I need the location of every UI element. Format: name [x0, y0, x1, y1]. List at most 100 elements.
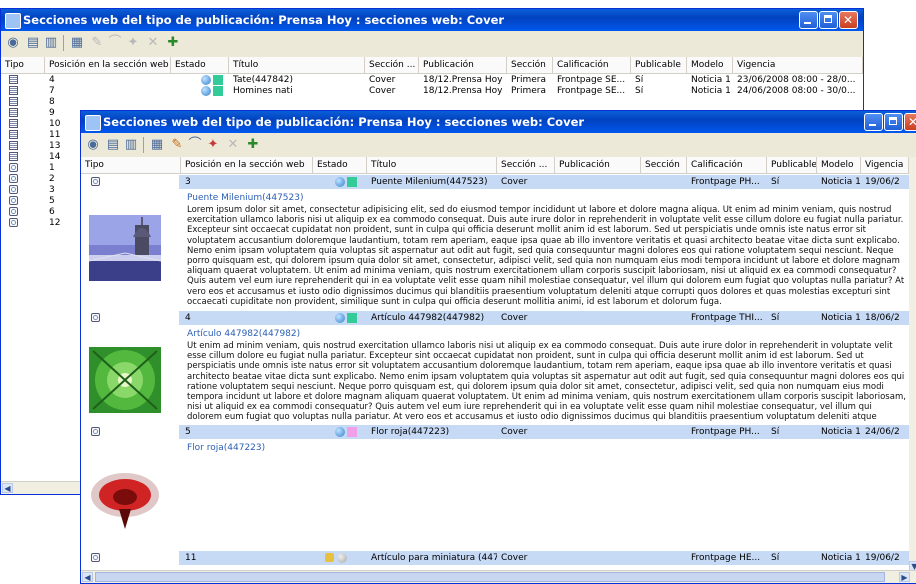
add-icon[interactable]: ✚: [165, 35, 181, 51]
col-seccion[interactable]: Sección: [641, 157, 687, 173]
minimize-button[interactable]: [799, 11, 818, 29]
list-icon[interactable]: ▤: [105, 137, 121, 153]
col-seccion-web[interactable]: Sección ...: [365, 57, 419, 73]
scroll-left-icon[interactable]: ◀: [82, 572, 93, 582]
link-icon[interactable]: ⌒: [107, 35, 123, 51]
publish-icon[interactable]: ✦: [205, 137, 221, 153]
col-modelo[interactable]: Modelo: [817, 157, 861, 173]
col-vigencia[interactable]: Vigencia: [861, 157, 909, 173]
validity-cell: 18/06/2: [865, 313, 900, 323]
lock-icon: [325, 553, 334, 562]
item-headline[interactable]: Puente Milenium(447523): [187, 193, 304, 203]
col-estado[interactable]: Estado: [171, 57, 229, 73]
close-button[interactable]: [839, 11, 858, 29]
maximize-button[interactable]: [884, 113, 903, 131]
scroll-left-icon[interactable]: ◀: [2, 483, 13, 493]
col-publicable[interactable]: Publicable: [767, 157, 817, 173]
col-seccion-web[interactable]: Sección ...: [497, 157, 555, 173]
status-cell: [331, 175, 367, 189]
table-row[interactable]: 8: [1, 97, 863, 108]
item-row[interactable]: 3 Puente Milenium(447523) Cover Frontpag…: [81, 175, 909, 189]
news-type-icon: [9, 130, 18, 139]
view-icon[interactable]: ◉: [85, 137, 101, 153]
article-type-icon: [9, 218, 18, 227]
status-swatch: [347, 426, 357, 437]
article-type-icon: [91, 177, 100, 186]
article-type-icon: [9, 196, 18, 205]
toolbar-separator: [143, 137, 144, 153]
status-cell: [331, 311, 367, 325]
status-swatch: [347, 176, 357, 187]
modelo-cell: Noticia 1: [691, 75, 731, 85]
item-headline[interactable]: Flor roja(447223): [187, 443, 265, 453]
app-icon: [5, 13, 21, 29]
item-row[interactable]: 4 Artículo 447982(447982) Cover Frontpag…: [81, 311, 909, 325]
front-vertical-scrollbar[interactable]: ▼: [909, 157, 916, 571]
col-calificacion[interactable]: Calificación: [553, 57, 631, 73]
type-cell: [5, 207, 25, 218]
edit-icon[interactable]: ✎: [89, 35, 105, 51]
col-posicion[interactable]: Posición en la sección web: [181, 157, 313, 173]
front-window[interactable]: Secciones web del tipo de publicación: P…: [80, 110, 916, 584]
type-cell: [5, 218, 25, 229]
status-swatch: [213, 86, 223, 96]
table-row[interactable]: 7 Homines nati Cover 18/12.Prensa Hoy Primer…: [1, 86, 863, 97]
scroll-right-icon[interactable]: ▶: [899, 572, 910, 582]
rating-cell: Frontpage PH...: [691, 427, 760, 437]
publishable-cell: Sí: [771, 313, 780, 323]
close-button[interactable]: [904, 113, 916, 131]
article-type-icon: [91, 553, 100, 562]
col-seccion[interactable]: Sección: [507, 57, 553, 73]
col-publicable[interactable]: Publicable: [631, 57, 687, 73]
item-headline[interactable]: Artículo 447982(447982): [187, 329, 300, 339]
delete-icon[interactable]: ✕: [225, 137, 241, 153]
link-icon[interactable]: ⌒: [187, 137, 203, 153]
grid-icon[interactable]: ▦: [149, 137, 165, 153]
toolbar-separator: [63, 35, 64, 51]
detail-icon[interactable]: ▥: [43, 35, 59, 51]
type-cell: [5, 119, 25, 130]
publishable-cell: Sí: [771, 427, 780, 437]
view-icon[interactable]: ◉: [5, 35, 21, 51]
front-horizontal-scrollbar[interactable]: ◀ ▶: [81, 570, 916, 583]
article-type-icon: [91, 427, 100, 436]
col-estado[interactable]: Estado: [313, 157, 367, 173]
article-type-icon: [9, 185, 18, 194]
front-window-titlebar[interactable]: Secciones web del tipo de publicación: P…: [81, 111, 916, 133]
add-icon[interactable]: ✚: [245, 137, 261, 153]
col-publicacion[interactable]: Publicación: [419, 57, 507, 73]
col-publicacion[interactable]: Publicación: [555, 157, 641, 173]
type-cell: [5, 185, 25, 196]
item-row[interactable]: 11 Artículo para miniatura (447... Cover…: [81, 551, 909, 565]
col-tipo[interactable]: Tipo: [81, 157, 181, 173]
scroll-thumb[interactable]: [95, 572, 885, 582]
item-row[interactable]: 5 Flor roja(447223) Cover Frontpage PH..…: [81, 425, 909, 439]
type-cell: [5, 130, 25, 141]
rating-cell: Frontpage HE...: [691, 553, 761, 563]
edit-icon[interactable]: ✎: [169, 137, 185, 153]
col-modelo[interactable]: Modelo: [687, 57, 733, 73]
globe-icon: [201, 86, 211, 96]
back-window-titlebar[interactable]: Secciones web del tipo de publicación: P…: [1, 9, 863, 31]
col-titulo[interactable]: Título: [367, 157, 497, 173]
col-titulo[interactable]: Título: [229, 57, 365, 73]
minimize-button[interactable]: [864, 113, 883, 131]
globe-icon: [336, 552, 347, 563]
delete-icon[interactable]: ✕: [145, 35, 161, 51]
detail-icon[interactable]: ▥: [123, 137, 139, 153]
modelo-cell: Noticia 1: [691, 86, 731, 96]
col-tipo[interactable]: Tipo: [1, 57, 45, 73]
seccion2-cell: Primera: [511, 86, 546, 96]
list-icon[interactable]: ▤: [25, 35, 41, 51]
col-vigencia[interactable]: Vigencia: [733, 57, 863, 73]
col-calificacion[interactable]: Calificación: [687, 157, 767, 173]
table-row[interactable]: 4 Tate(447842) Cover 18/12.Prensa Hoy Primer…: [1, 75, 863, 86]
grid-icon[interactable]: ▦: [69, 35, 85, 51]
pos-cell: 7: [49, 86, 55, 96]
maximize-button[interactable]: [819, 11, 838, 29]
type-cell: [5, 196, 25, 207]
position-cell: 11: [185, 553, 197, 563]
publish-icon[interactable]: ✦: [125, 35, 141, 51]
model-cell: Noticia 1: [821, 553, 861, 563]
col-posicion[interactable]: Posición en la sección web: [45, 57, 171, 73]
